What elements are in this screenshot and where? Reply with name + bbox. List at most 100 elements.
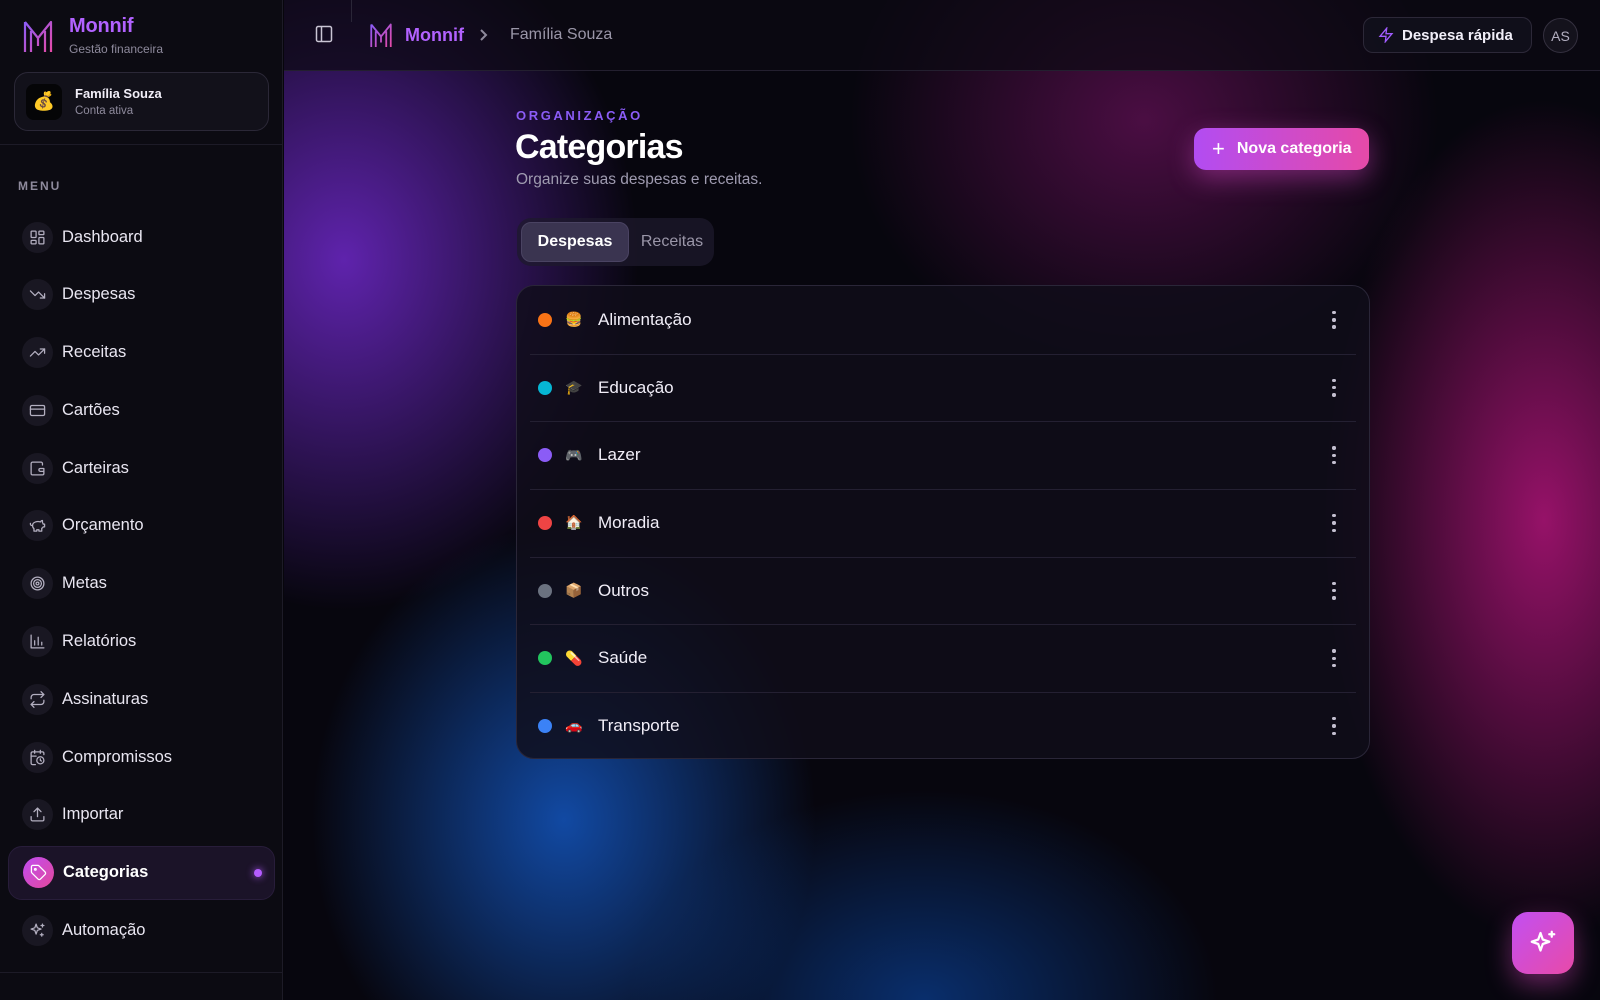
page-eyebrow: ORGANIZAÇÃO	[516, 108, 643, 123]
list-item[interactable]: 🏠 Moradia	[517, 489, 1369, 557]
sidebar-item-label: Dashboard	[62, 227, 143, 246]
sidebar-divider	[0, 144, 283, 145]
category-list: 🍔 Alimentação 🎓 Educação 🎮 Lazer 🏠 Morad…	[516, 285, 1370, 759]
list-item[interactable]: 🚗 Transporte	[517, 692, 1369, 758]
house-icon: 🏠	[565, 514, 583, 531]
account-status: Conta ativa	[75, 105, 134, 117]
category-color-dot	[538, 651, 552, 666]
tab-receitas[interactable]: Receitas	[635, 222, 709, 262]
quick-expense-label: Despesa rápida	[1402, 26, 1513, 44]
bar-chart-icon	[22, 626, 53, 658]
brand-name: Monnif	[69, 15, 134, 37]
sidebar-item-label: Despesas	[62, 285, 136, 304]
brand-tagline: Gestão financeira	[69, 42, 164, 56]
calendar-clock-icon	[22, 741, 53, 773]
category-name: Moradia	[598, 512, 660, 532]
category-color-dot	[538, 515, 552, 530]
category-color-dot	[538, 312, 552, 327]
dashboard-icon	[22, 221, 53, 253]
list-item[interactable]: 💊 Saúde	[517, 624, 1369, 692]
monnif-logo-icon[interactable]	[369, 20, 393, 50]
sidebar-item-dashboard[interactable]: Dashboard	[8, 210, 275, 264]
brand[interactable]: Monnif Gestão financeira	[22, 14, 163, 56]
category-color-dot	[538, 583, 552, 598]
upload-icon	[22, 799, 53, 831]
sidebar-item-receitas[interactable]: Receitas	[8, 326, 275, 380]
list-item[interactable]: 🎓 Educação	[517, 353, 1369, 422]
plus-icon: +	[1212, 136, 1225, 161]
panel-left-icon	[315, 25, 333, 43]
sidebar-item-label: Assinaturas	[62, 689, 149, 708]
pill-icon: 💊	[565, 649, 583, 666]
category-name: Outros	[598, 580, 650, 600]
sidebar-item-cartoes[interactable]: Cartões	[8, 383, 275, 437]
category-color-dot	[538, 380, 552, 395]
topbar: Monnif Família Souza Despesa rápida AS	[284, 0, 1600, 71]
account-switcher[interactable]: 💰 Família Souza Conta ativa	[14, 72, 269, 131]
sidebar-toggle-button[interactable]	[314, 24, 336, 46]
money-bag-icon: 💰	[26, 83, 62, 120]
new-category-button[interactable]: + Nova categoria	[1194, 128, 1369, 170]
sidebar: Monnif Gestão financeira 💰 Família Souza…	[0, 0, 283, 1000]
breadcrumb-brand[interactable]: Monnif	[405, 25, 464, 46]
zap-icon	[1378, 27, 1394, 43]
account-name: Família Souza	[75, 86, 162, 101]
repeat-icon	[22, 683, 53, 715]
list-item[interactable]: 🎮 Lazer	[517, 421, 1369, 489]
sidebar-nav: Dashboard Despesas Receitas Cartões Cart…	[8, 210, 275, 961]
more-vertical-icon[interactable]	[1327, 716, 1341, 735]
sidebar-item-compromissos[interactable]: Compromissos	[8, 730, 275, 784]
sparkles-icon	[1530, 930, 1556, 952]
new-category-label: Nova categoria	[1236, 140, 1352, 157]
burger-icon: 🍔	[565, 311, 583, 328]
sidebar-divider	[0, 972, 283, 973]
category-name: Lazer	[598, 445, 641, 465]
more-vertical-icon[interactable]	[1327, 446, 1341, 465]
sidebar-item-metas[interactable]: Metas	[8, 557, 275, 611]
user-avatar[interactable]: AS	[1543, 18, 1578, 53]
sidebar-item-automacao[interactable]: Automação	[8, 904, 275, 958]
category-name: Transporte	[598, 715, 680, 735]
sidebar-item-assinaturas[interactable]: Assinaturas	[8, 672, 275, 726]
tab-despesas[interactable]: Despesas	[521, 222, 629, 262]
sidebar-item-label: Relatórios	[62, 632, 137, 651]
sidebar-item-label: Carteiras	[62, 458, 129, 477]
topbar-separator	[351, 0, 352, 22]
sidebar-item-orcamento[interactable]: Orçamento	[8, 499, 275, 553]
category-name: Educação	[598, 377, 674, 397]
category-color-dot	[538, 448, 552, 463]
category-name: Alimentação	[598, 309, 692, 329]
category-color-dot	[538, 718, 552, 733]
sparkles-icon	[22, 915, 53, 947]
page-subtitle: Organize suas despesas e receitas.	[516, 171, 763, 188]
more-vertical-icon[interactable]	[1327, 310, 1341, 329]
wallet-icon	[22, 452, 53, 484]
more-vertical-icon[interactable]	[1327, 378, 1341, 397]
list-item[interactable]: 🍔 Alimentação	[517, 286, 1369, 354]
more-vertical-icon[interactable]	[1327, 581, 1341, 600]
tag-icon	[23, 857, 54, 889]
menu-label: MENU	[18, 179, 62, 193]
sidebar-item-label: Metas	[62, 574, 107, 593]
page-title: Categorias	[515, 128, 684, 166]
ai-assistant-button[interactable]	[1512, 912, 1574, 974]
sidebar-item-label: Importar	[62, 805, 124, 824]
list-item[interactable]: 📦 Outros	[517, 556, 1369, 625]
piggy-bank-icon	[22, 510, 53, 542]
trending-up-icon	[22, 337, 53, 369]
sidebar-item-importar[interactable]: Importar	[8, 788, 275, 842]
quick-expense-button[interactable]: Despesa rápida	[1363, 17, 1532, 53]
sidebar-item-categorias[interactable]: Categorias	[8, 845, 275, 900]
sidebar-item-label: Categorias	[63, 863, 149, 882]
target-icon	[22, 568, 53, 600]
more-vertical-icon[interactable]	[1327, 513, 1341, 532]
sidebar-item-despesas[interactable]: Despesas	[8, 268, 275, 322]
active-indicator	[254, 868, 262, 877]
sidebar-item-carteiras[interactable]: Carteiras	[8, 441, 275, 495]
breadcrumb-current: Família Souza	[510, 26, 613, 43]
monnif-logo-icon	[23, 20, 53, 52]
sidebar-item-label: Compromissos	[62, 747, 173, 766]
main-content: Monnif Família Souza Despesa rápida AS O…	[284, 0, 1600, 1000]
more-vertical-icon[interactable]	[1327, 649, 1341, 668]
sidebar-item-relatorios[interactable]: Relatórios	[8, 615, 275, 669]
